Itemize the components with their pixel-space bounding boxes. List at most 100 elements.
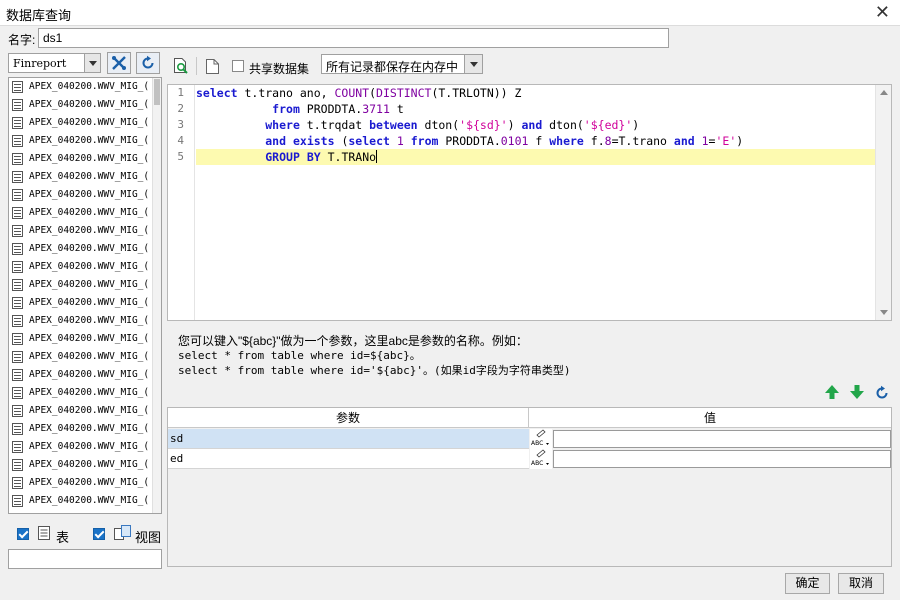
table-icon <box>12 405 23 417</box>
value-type-button[interactable]: ABC <box>530 449 552 469</box>
datasource-select[interactable]: Finreport <box>8 53 101 73</box>
param-row[interactable]: ed ABC <box>168 449 891 469</box>
table-icon <box>12 315 23 327</box>
sql-line[interactable]: from PRODDTA.3711 t <box>196 101 404 117</box>
refresh-params-icon[interactable] <box>874 385 890 401</box>
sql-line-current[interactable]: GROUP BY T.TRANo <box>196 149 876 165</box>
param-value-input[interactable] <box>553 430 891 448</box>
scroll-down-icon[interactable] <box>880 310 888 315</box>
table-icon <box>12 81 23 93</box>
table-list-item[interactable]: APEX_040200.WWV_MIG_( <box>9 294 154 312</box>
refresh-icon <box>142 55 154 69</box>
table-name: APEX_040200.WWV_MIG_( <box>29 297 150 308</box>
sql-line[interactable]: where t.trqdat between dton('${sd}') and… <box>196 117 639 133</box>
table-list-item[interactable]: APEX_040200.WWV_MIG_( <box>9 420 154 438</box>
table-search-input[interactable] <box>8 549 162 569</box>
table-list-item[interactable]: APEX_040200.WWV_MIG_( <box>9 168 154 186</box>
name-input[interactable] <box>38 28 669 48</box>
table-name: APEX_040200.WWV_MIG_( <box>29 351 150 362</box>
title-bar: 数据库查询 ✕ <box>0 0 900 26</box>
table-list-item[interactable]: APEX_040200.WWV_MIG_( <box>9 384 154 402</box>
table-list-item[interactable]: APEX_040200.WWV_MIG_( <box>9 330 154 348</box>
table-icon <box>12 477 23 489</box>
param-value-input[interactable] <box>553 450 891 468</box>
cancel-button[interactable]: 取消 <box>838 573 884 594</box>
refresh-tables-button[interactable] <box>136 52 160 74</box>
table-icon <box>12 225 23 237</box>
table-list-item[interactable]: APEX_040200.WWV_MIG_( <box>9 456 154 474</box>
view-filter-checkbox[interactable] <box>93 528 105 540</box>
table-list-item[interactable]: APEX_040200.WWV_MIG_( <box>9 240 154 258</box>
table-list-item[interactable]: APEX_040200.WWV_MIG_( <box>9 186 154 204</box>
table-list-item[interactable]: APEX_040200.WWV_MIG_( <box>9 438 154 456</box>
chevron-down-icon[interactable] <box>84 54 100 72</box>
table-list-item[interactable]: APEX_040200.WWV_MIG_( <box>9 132 154 150</box>
table-name: APEX_040200.WWV_MIG_( <box>29 495 150 506</box>
table-list-item[interactable]: APEX_040200.WWV_MIG_( <box>9 96 154 114</box>
value-type-button[interactable]: ABC <box>530 429 552 449</box>
scroll-up-icon[interactable] <box>880 90 888 95</box>
sql-editor[interactable]: 1 2 3 4 5 select t.trano ano, COUNT(DIST… <box>167 84 892 321</box>
move-up-icon[interactable] <box>824 384 840 400</box>
close-icon[interactable]: ✕ <box>875 3 890 21</box>
table-icon <box>12 279 23 291</box>
table-icon <box>12 117 23 129</box>
type-editor-icon: ABC <box>531 429 549 447</box>
table-list-item[interactable]: APEX_040200.WWV_MIG_( <box>9 366 154 384</box>
view-filter-label: 视图 <box>135 530 162 545</box>
table-list-item[interactable]: APEX_040200.WWV_MIG_( <box>9 276 154 294</box>
table-list-item[interactable]: APEX_040200.WWV_MIG_( <box>9 204 154 222</box>
ok-button[interactable]: 确定 <box>785 573 830 594</box>
table-name: APEX_040200.WWV_MIG_( <box>29 459 150 470</box>
table-filter-checkbox[interactable] <box>17 528 29 540</box>
text-cursor <box>376 150 378 163</box>
table-name: APEX_040200.WWV_MIG_( <box>29 189 150 200</box>
scrollbar-thumb[interactable] <box>154 79 160 105</box>
table-list-item[interactable]: APEX_040200.WWV_MIG_( <box>9 114 154 132</box>
connection-settings-button[interactable] <box>107 52 131 74</box>
table-list-item[interactable]: APEX_040200.WWV_MIG_( <box>9 402 154 420</box>
param-row[interactable]: sd ABC <box>168 429 891 449</box>
table-list-item[interactable]: APEX_040200.WWV_MIG_( <box>9 348 154 366</box>
move-down-icon[interactable] <box>849 384 865 400</box>
preview-icon[interactable] <box>173 58 189 75</box>
table-icon <box>12 261 23 273</box>
table-icon <box>12 459 23 471</box>
chevron-down-icon[interactable] <box>464 55 482 73</box>
table-name: APEX_040200.WWV_MIG_( <box>29 135 150 146</box>
line-number: 5 <box>177 150 184 163</box>
sql-line[interactable]: and exists (select 1 from PRODDTA.0101 f… <box>196 133 743 149</box>
parameters-table: 参数 值 sd ABC ed ABC <box>167 407 892 567</box>
type-editor-icon: ABC <box>531 449 549 467</box>
table-icon <box>12 423 23 435</box>
table-list-item[interactable]: APEX_040200.WWV_MIG_( <box>9 312 154 330</box>
share-dataset-checkbox[interactable] <box>232 60 244 72</box>
table-icon <box>12 135 23 147</box>
table-list[interactable]: APEX_040200.WWV_MIG_(APEX_040200.WWV_MIG… <box>8 77 162 514</box>
table-list-item[interactable]: APEX_040200.WWV_MIG_( <box>9 474 154 492</box>
param-name-cell[interactable]: ed <box>168 449 529 469</box>
param-name-cell[interactable]: sd <box>168 429 529 449</box>
table-icon <box>12 297 23 309</box>
table-list-item[interactable]: APEX_040200.WWV_MIG_( <box>9 78 154 96</box>
table-name: APEX_040200.WWV_MIG_( <box>29 387 150 398</box>
storage-mode-selected: 所有记录都保存在内存中 <box>326 60 459 74</box>
table-icon <box>12 207 23 219</box>
table-list-item[interactable]: APEX_040200.WWV_MIG_( <box>9 222 154 240</box>
new-document-icon[interactable] <box>206 59 219 74</box>
view-icon <box>114 525 131 540</box>
editor-scrollbar[interactable] <box>875 85 891 320</box>
table-icon <box>12 99 23 111</box>
type-badge: ABC <box>531 440 543 447</box>
storage-mode-select[interactable]: 所有记录都保存在内存中 <box>321 54 483 74</box>
window-title: 数据库查询 <box>6 8 72 23</box>
table-list-item[interactable]: APEX_040200.WWV_MIG_( <box>9 258 154 276</box>
sql-line[interactable]: select t.trano ano, COUNT(DISTINCT(T.TRL… <box>196 85 521 101</box>
param-value-header: 值 <box>529 408 891 428</box>
table-list-item[interactable]: APEX_040200.WWV_MIG_( <box>9 492 154 510</box>
table-name: APEX_040200.WWV_MIG_( <box>29 441 150 452</box>
table-name: APEX_040200.WWV_MIG_( <box>29 243 150 254</box>
table-list-item[interactable]: APEX_040200.WWV_MIG_( <box>9 150 154 168</box>
line-number-gutter: 1 2 3 4 5 <box>168 85 195 320</box>
table-name: APEX_040200.WWV_MIG_( <box>29 423 150 434</box>
